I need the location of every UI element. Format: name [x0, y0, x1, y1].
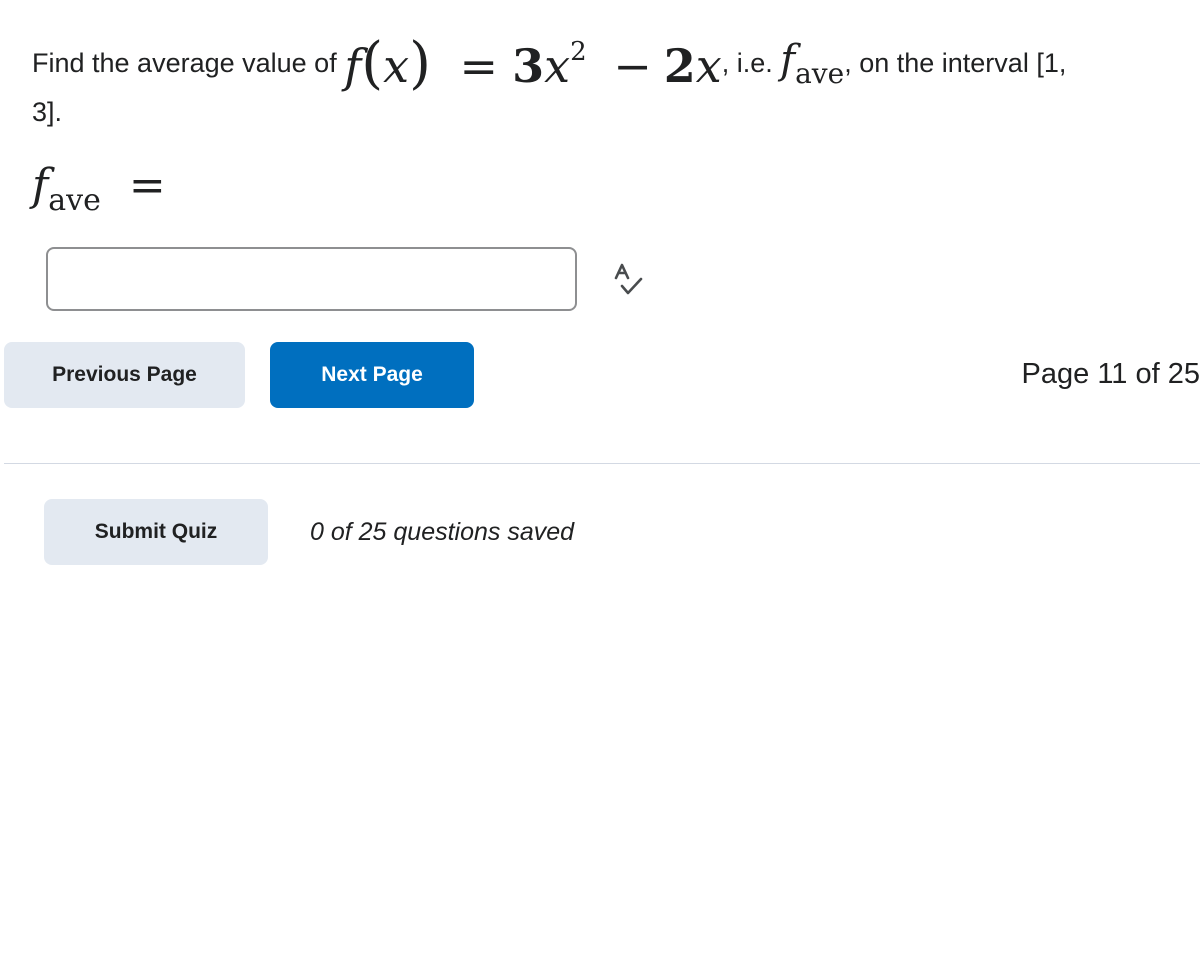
- question-prefix: Find the average value of: [32, 47, 337, 78]
- saved-status: 0 of 25 questions saved: [310, 518, 575, 546]
- coef-1: 3: [512, 38, 545, 93]
- var-1: x: [544, 38, 571, 93]
- question-text-continued: 3].: [32, 97, 63, 127]
- fave-f: f: [780, 36, 796, 83]
- var-2: x: [695, 38, 722, 93]
- question-text: Find the average value of f(x) = 3x2 −2x …: [32, 28, 1066, 98]
- func-name: f: [344, 38, 362, 93]
- spellcheck-icon[interactable]: [612, 262, 646, 298]
- exponent: 2: [570, 36, 587, 67]
- page-indicator: Page 11 of 25: [1021, 358, 1200, 390]
- function-expression: f(x) = 3x2 −2x: [344, 30, 722, 96]
- minus-sign: −: [613, 38, 652, 93]
- answer-label-sub: ave: [48, 183, 101, 218]
- fave-sub: ave: [795, 56, 845, 90]
- func-arg: x: [383, 38, 410, 93]
- fave-symbol: fave: [780, 37, 844, 90]
- divider: [4, 463, 1200, 464]
- answer-input[interactable]: [46, 247, 577, 311]
- answer-label: fave =: [32, 160, 166, 218]
- answer-label-equals: =: [128, 160, 166, 211]
- coef-2: 2: [663, 38, 696, 93]
- submit-quiz-button[interactable]: Submit Quiz: [44, 499, 268, 565]
- equals-sign: =: [459, 38, 499, 93]
- answer-label-f: f: [32, 160, 49, 211]
- ie-text: , i.e.: [721, 47, 773, 78]
- previous-page-button[interactable]: Previous Page: [4, 342, 245, 408]
- next-page-button[interactable]: Next Page: [270, 342, 474, 408]
- interval-text: , on the interval [1,: [844, 47, 1067, 78]
